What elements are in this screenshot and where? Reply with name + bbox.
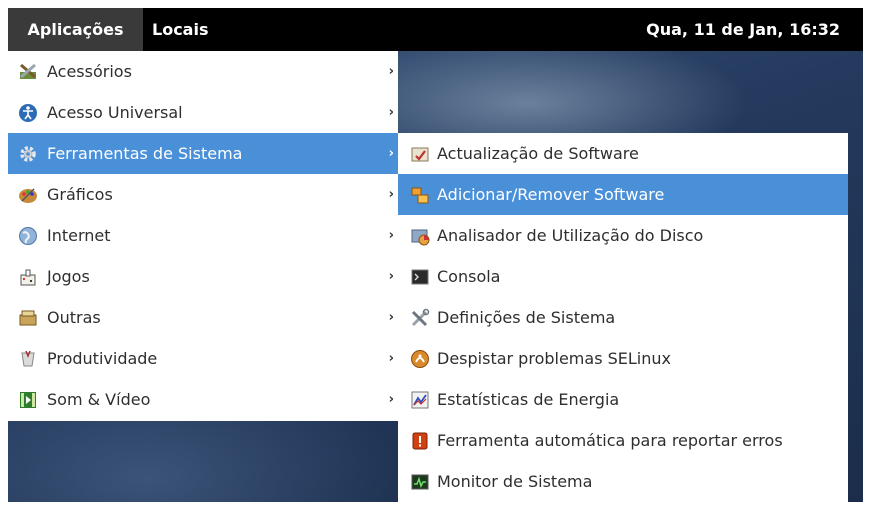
menu-item-label: Acesso Universal bbox=[47, 103, 183, 122]
submenu-item-system-settings[interactable]: Definições de Sistema bbox=[398, 297, 848, 338]
submenu-item-console[interactable]: Consola bbox=[398, 256, 848, 297]
submenu-item-label: Despistar problemas SELinux bbox=[437, 349, 671, 368]
chevron-right-icon: › bbox=[388, 392, 394, 407]
menu-item-label: Ferramentas de Sistema bbox=[47, 144, 243, 163]
applications-menu: Acessórios › Acesso Universal › Ferramen… bbox=[8, 51, 398, 421]
clock[interactable]: Qua, 11 de Jan, 16:32 bbox=[646, 8, 840, 51]
box-icon bbox=[18, 308, 38, 328]
submenu-item-label: Monitor de Sistema bbox=[437, 472, 593, 491]
menu-item-internet[interactable]: Internet › bbox=[8, 215, 398, 256]
selinux-icon bbox=[410, 349, 430, 369]
chevron-right-icon: › bbox=[388, 64, 394, 79]
accessories-icon bbox=[18, 62, 38, 82]
submenu-item-label: Consola bbox=[437, 267, 501, 286]
menu-item-system-tools[interactable]: Ferramentas de Sistema › bbox=[8, 133, 398, 174]
chevron-right-icon: › bbox=[388, 228, 394, 243]
submenu-item-label: Actualização de Software bbox=[437, 144, 639, 163]
multimedia-icon bbox=[18, 390, 38, 410]
submenu-item-software-update[interactable]: Actualização de Software bbox=[398, 133, 848, 174]
menu-item-productivity[interactable]: Produtividade › bbox=[8, 338, 398, 379]
power-stats-icon bbox=[410, 390, 430, 410]
submenu-item-power-statistics[interactable]: Estatísticas de Energia bbox=[398, 379, 848, 420]
chevron-right-icon: › bbox=[388, 146, 394, 161]
graphics-palette-icon bbox=[18, 185, 38, 205]
chevron-right-icon: › bbox=[388, 105, 394, 120]
submenu-item-label: Definições de Sistema bbox=[437, 308, 616, 327]
gear-icon bbox=[18, 144, 38, 164]
submenu-item-label: Ferramenta automática para reportar erro… bbox=[437, 431, 783, 450]
globe-icon bbox=[18, 226, 38, 246]
submenu-item-label: Adicionar/Remover Software bbox=[437, 185, 665, 204]
menu-item-label: Som & Vídeo bbox=[47, 390, 151, 409]
chevron-right-icon: › bbox=[388, 351, 394, 366]
system-tools-submenu: Actualização de Software Adicionar/Remov… bbox=[398, 133, 848, 502]
menu-item-label: Internet bbox=[47, 226, 111, 245]
submenu-item-label: Analisador de Utilização do Disco bbox=[437, 226, 704, 245]
office-icon bbox=[18, 349, 38, 369]
chevron-right-icon: › bbox=[388, 310, 394, 325]
submenu-item-add-remove-software[interactable]: Adicionar/Remover Software bbox=[398, 174, 848, 215]
system-monitor-icon bbox=[410, 472, 430, 492]
menu-item-label: Outras bbox=[47, 308, 101, 327]
menu-item-others[interactable]: Outras › bbox=[8, 297, 398, 338]
submenu-item-automatic-bug-reporting[interactable]: Ferramenta automática para reportar erro… bbox=[398, 420, 848, 461]
top-bar: Aplicações Locais Qua, 11 de Jan, 16:32 bbox=[8, 8, 863, 51]
menu-item-accessories[interactable]: Acessórios › bbox=[8, 51, 398, 92]
submenu-item-label: Estatísticas de Energia bbox=[437, 390, 620, 409]
terminal-icon bbox=[410, 267, 430, 287]
tools-icon bbox=[410, 308, 430, 328]
menu-item-label: Gráficos bbox=[47, 185, 113, 204]
submenu-item-selinux-troubleshooter[interactable]: Despistar problemas SELinux bbox=[398, 338, 848, 379]
disk-usage-icon bbox=[410, 226, 430, 246]
games-icon bbox=[18, 267, 38, 287]
submenu-item-disk-usage-analyzer[interactable]: Analisador de Utilização do Disco bbox=[398, 215, 848, 256]
universal-access-icon bbox=[18, 103, 38, 123]
menu-item-sound-video[interactable]: Som & Vídeo › bbox=[8, 379, 398, 420]
applications-menu-button[interactable]: Aplicações bbox=[8, 8, 143, 51]
places-menu-button[interactable]: Locais bbox=[152, 8, 208, 51]
software-update-icon bbox=[410, 144, 430, 164]
menu-item-label: Acessórios bbox=[47, 62, 132, 81]
chevron-right-icon: › bbox=[388, 269, 394, 284]
package-icon bbox=[410, 185, 430, 205]
menu-item-graphics[interactable]: Gráficos › bbox=[8, 174, 398, 215]
menu-item-games[interactable]: Jogos › bbox=[8, 256, 398, 297]
menu-item-universal-access[interactable]: Acesso Universal › bbox=[8, 92, 398, 133]
menu-item-label: Produtividade bbox=[47, 349, 158, 368]
submenu-item-system-monitor[interactable]: Monitor de Sistema bbox=[398, 461, 848, 502]
menu-item-label: Jogos bbox=[47, 267, 90, 286]
chevron-right-icon: › bbox=[388, 187, 394, 202]
bug-report-icon bbox=[410, 431, 430, 451]
